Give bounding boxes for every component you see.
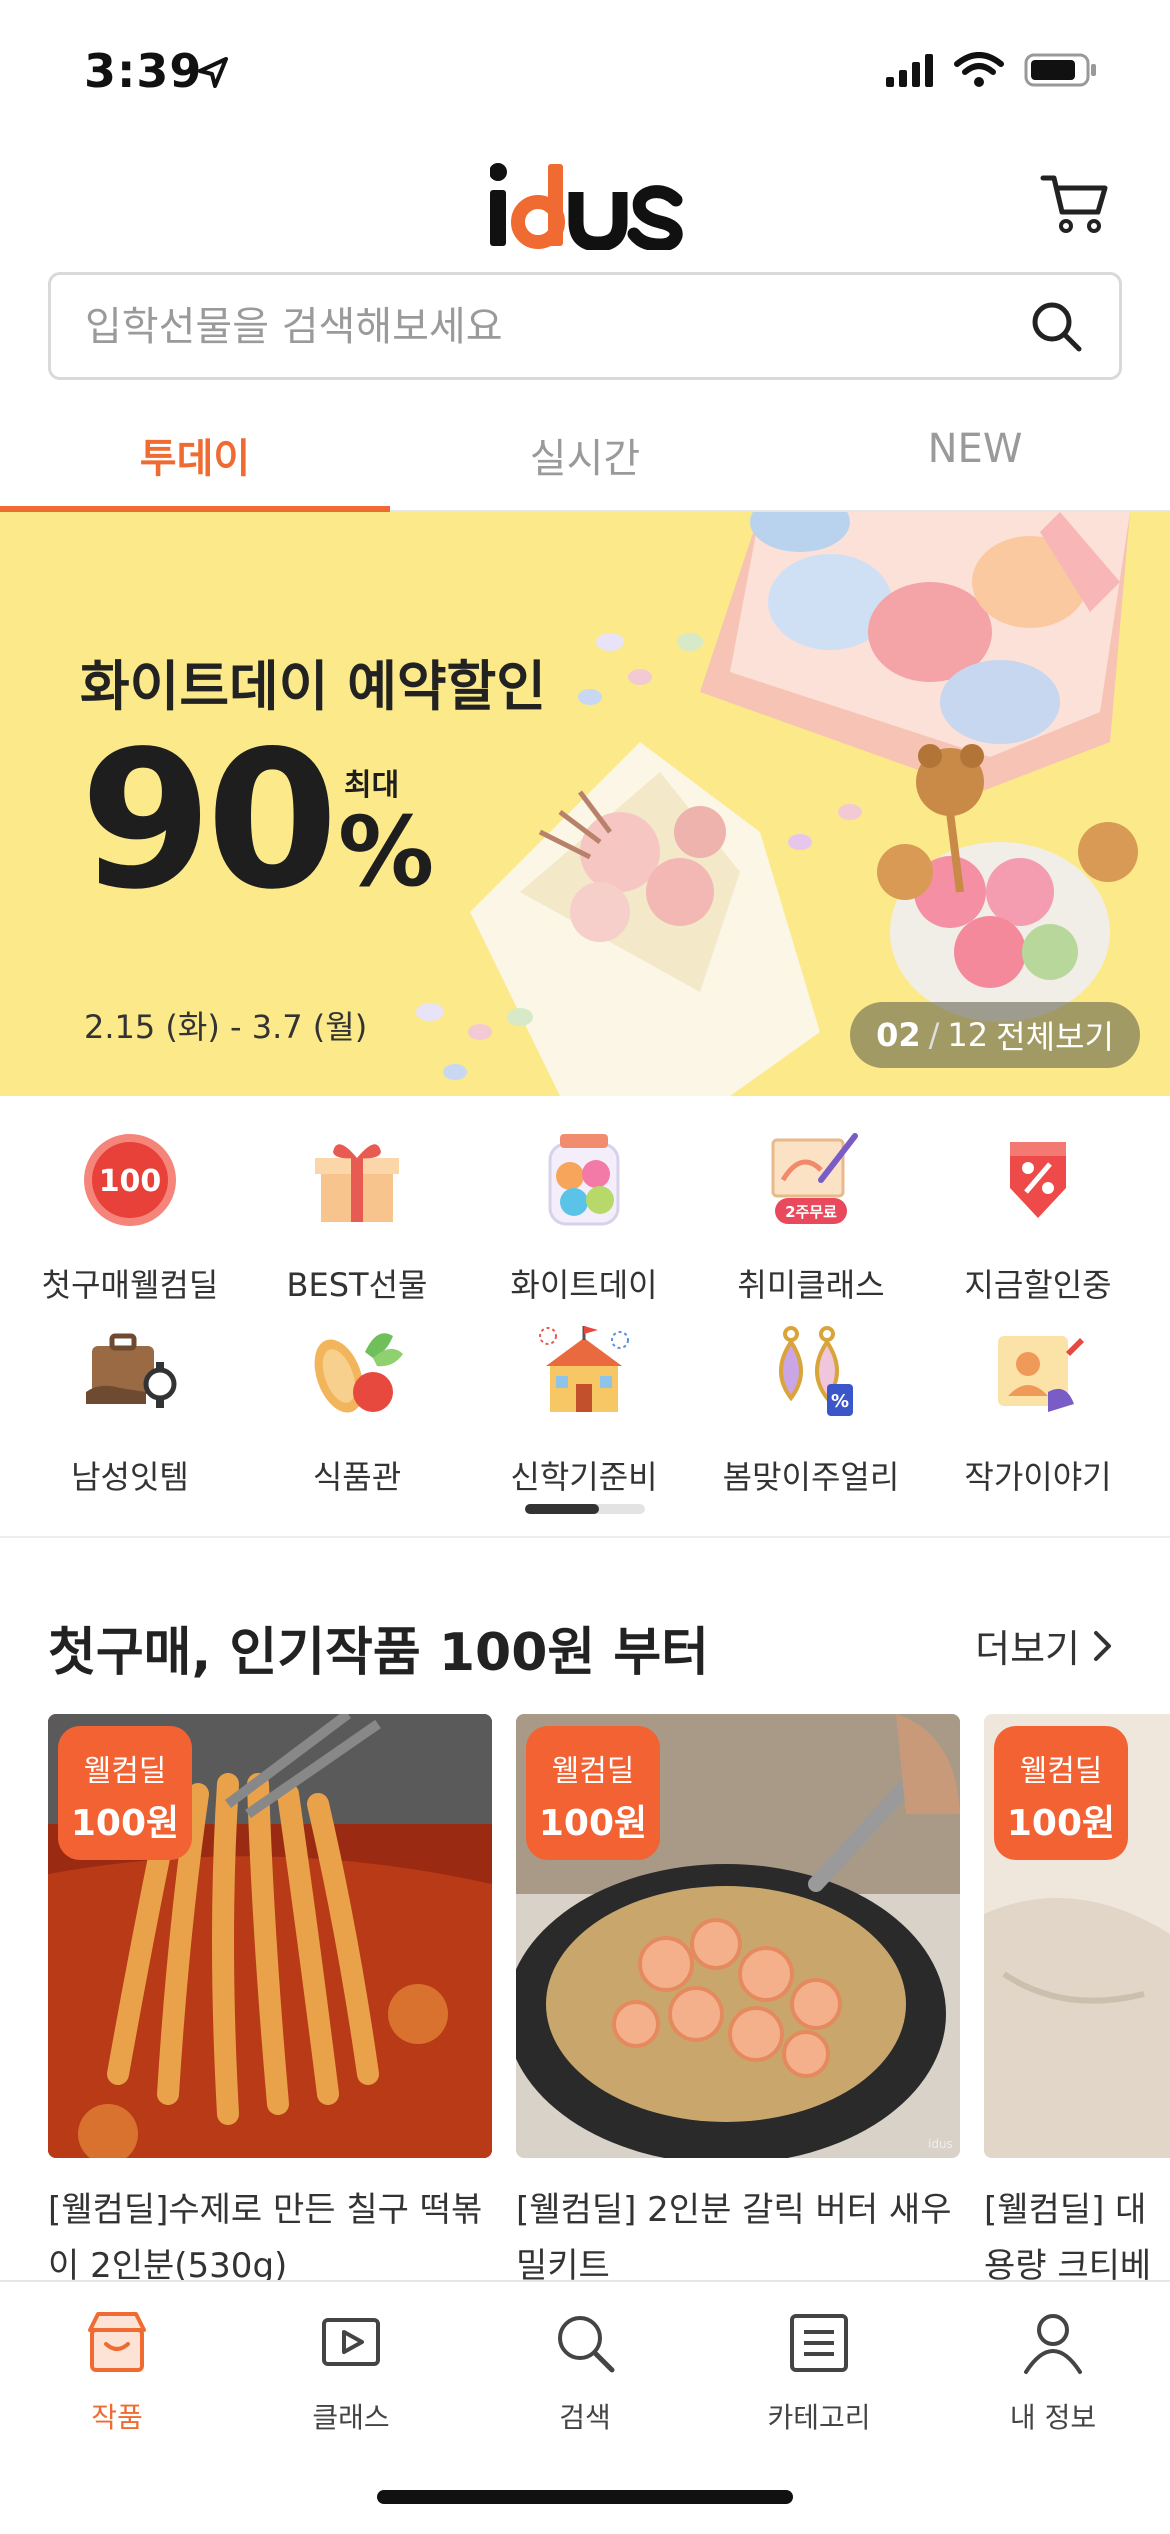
location-arrow-icon (198, 57, 228, 88)
product-image[interactable]: idus 웰컴딜 100원 (516, 1714, 960, 2158)
gift-box-icon (315, 1144, 399, 1222)
nav-label: 검색 (559, 2401, 611, 2434)
category-label: 첫구매웰컴딜 (41, 1266, 219, 1304)
nav-label: 작품 (91, 2401, 143, 2434)
chevron-right-icon (1094, 1630, 1111, 1661)
nav-my-info[interactable]: 내 정보 (936, 2308, 1170, 2436)
svg-text:100: 100 (99, 1164, 162, 1199)
product-card[interactable]: idus 웰컴딜 100원 [웰컴딜] 2인분 갈릭 버터 새우 밀키트 (516, 1714, 960, 2294)
battery-icon (1024, 53, 1096, 87)
banner-percent: % (338, 796, 435, 908)
category-label: 남성잇템 (71, 1458, 189, 1496)
home-indicator[interactable] (377, 2490, 793, 2504)
section-divider (0, 1536, 1170, 1538)
nav-class[interactable]: 클래스 (234, 2308, 468, 2436)
person-icon (1024, 2314, 1082, 2374)
section-title: 첫구매, 인기작품 100원 부터 (48, 1623, 710, 1683)
svg-text:idus: idus (928, 2137, 953, 2151)
product-card[interactable]: 웰컴딜 100원 [웰컴딜] 대용량 크티베이스 (984, 1714, 1170, 2294)
food-icon (314, 1333, 403, 1413)
tab-realtime[interactable]: 실시간 (390, 426, 780, 484)
product-title[interactable]: [웰컴딜] 2인분 갈릭 버터 새우 밀키트 (516, 2182, 960, 2294)
category-label: 지금할인중 (964, 1266, 1112, 1304)
product-image[interactable]: 웰컴딜 100원 (48, 1714, 492, 2158)
palette-icon: 2주무료 (771, 1133, 858, 1224)
category-label: 작가이야기 (964, 1458, 1112, 1496)
svg-text:%: % (831, 1391, 849, 1412)
store-icon (88, 2312, 146, 2372)
category-artist-story[interactable]: 작가이야기 (921, 1322, 1155, 1498)
category-label: 취미클래스 (737, 1266, 885, 1304)
search-bar[interactable] (48, 272, 1122, 380)
category-hobby-class[interactable]: 2주무료 취미클래스 (694, 1130, 928, 1306)
list-icon (790, 2314, 848, 2372)
category-label: 봄맞이주얼리 (722, 1458, 900, 1496)
nav-label: 카테고리 (767, 2401, 871, 2434)
category-label: BEST선물 (286, 1266, 428, 1304)
tab-today[interactable]: 투데이 (0, 426, 390, 484)
category-on-sale[interactable]: 지금할인중 (921, 1130, 1155, 1306)
welcome-deal-badge: 웰컴딜 100원 (526, 1726, 660, 1860)
nav-label: 내 정보 (1009, 2401, 1097, 2434)
more-link[interactable]: 더보기 (975, 1618, 1114, 1673)
candy-jar-icon (548, 1134, 620, 1226)
banner-counter-total: 12 (947, 1016, 989, 1054)
artist-icon (998, 1336, 1084, 1412)
category-first-purchase[interactable]: 100 첫구매웰컴딜 (13, 1130, 247, 1306)
svg-text:2주무료: 2주무료 (785, 1203, 837, 1221)
nav-category[interactable]: 카테고리 (702, 2308, 936, 2436)
banner-counter-current: 02 (876, 1016, 921, 1054)
banner-counter-separator: / (928, 1016, 940, 1054)
search-input[interactable] (83, 295, 987, 359)
category-best-gift[interactable]: BEST선물 (240, 1130, 474, 1306)
100-badge-icon: 100 (84, 1134, 176, 1226)
category-label: 식품관 (312, 1458, 402, 1496)
category-white-day[interactable]: 화이트데이 (467, 1130, 701, 1306)
cart-icon[interactable] (1040, 172, 1110, 236)
banner-date: 2.15 (화) - 3.7 (월) (84, 1008, 368, 1046)
discount-tag-icon (1010, 1142, 1066, 1218)
banner-discount: 90 (80, 710, 338, 931)
tab-bar: 투데이 실시간 NEW (0, 400, 1170, 512)
school-icon (539, 1326, 629, 1412)
mens-items-icon (86, 1333, 177, 1408)
category-mens-items[interactable]: 남성잇템 (13, 1322, 247, 1498)
idus-logo[interactable] (490, 160, 690, 250)
banner-view-all: 전체보기 (996, 1018, 1114, 1056)
more-label: 더보기 (975, 1627, 1080, 1671)
product-card[interactable]: 웰컴딜 100원 [웰컴딜]수제로 만든 칠구 떡볶이 2인분(530g) (48, 1714, 492, 2294)
nav-label: 클래스 (312, 2401, 390, 2434)
search-icon (558, 2316, 615, 2373)
category-new-semester[interactable]: 신학기준비 (467, 1322, 701, 1498)
earrings-icon: % (779, 1326, 853, 1416)
category-pager (525, 1504, 645, 1514)
status-icons (884, 52, 1098, 88)
welcome-deal-badge: 웰컴딜 100원 (58, 1726, 192, 1860)
wifi-icon (954, 52, 1004, 87)
category-label: 신학기준비 (510, 1458, 658, 1496)
search-icon[interactable] (1029, 299, 1083, 353)
welcome-deal-badge: 웰컴딜 100원 (994, 1726, 1128, 1860)
category-food[interactable]: 식품관 (240, 1322, 474, 1498)
category-spring-jewelry[interactable]: % 봄맞이주얼리 (694, 1322, 928, 1498)
category-pager-active (525, 1504, 599, 1514)
banner-counter[interactable]: 02 / 12 전체보기 (850, 1002, 1140, 1068)
status-time: 3:39 (84, 44, 203, 98)
nav-search[interactable]: 검색 (468, 2308, 702, 2436)
play-icon (322, 2318, 380, 2366)
tab-new[interactable]: NEW (780, 426, 1170, 472)
category-label: 화이트데이 (510, 1266, 658, 1304)
product-title[interactable]: [웰컴딜]수제로 만든 칠구 떡볶이 2인분(530g) (48, 2182, 492, 2294)
product-title[interactable]: [웰컴딜] 대용량 크티베이스 (984, 2182, 1170, 2294)
promo-banner[interactable]: 화이트데이 예약할인 90 최대 % 2.15 (화) - 3.7 (월) 02… (0, 512, 1170, 1096)
product-image[interactable]: 웰컴딜 100원 (984, 1714, 1170, 2158)
nav-works[interactable]: 작품 (0, 2308, 234, 2436)
cellular-signal-icon (886, 54, 933, 87)
